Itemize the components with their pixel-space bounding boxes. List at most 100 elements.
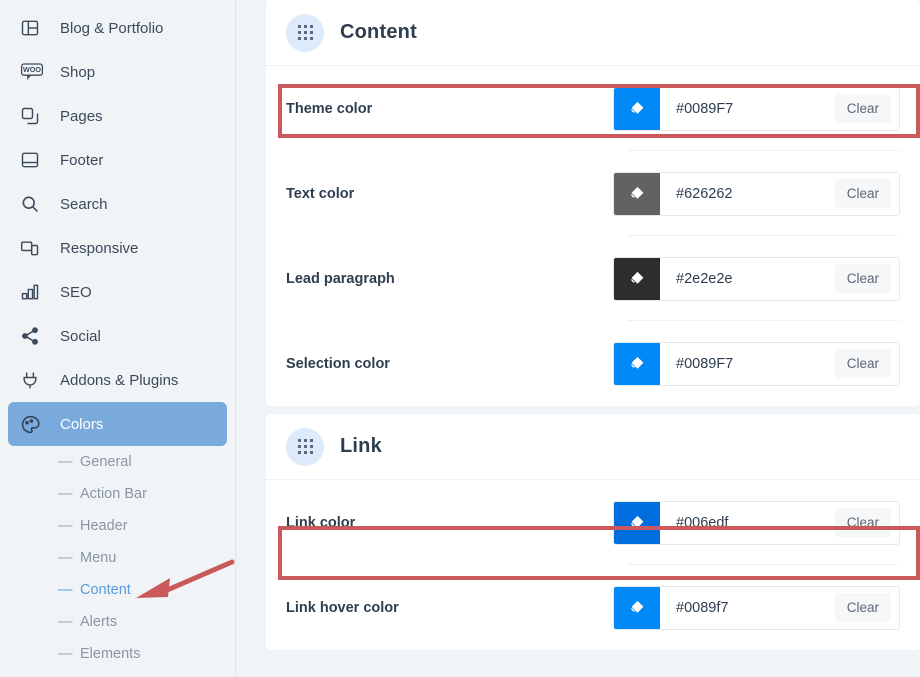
section-card-link: Link Link color #006edf Clear Link hover… [266,414,920,650]
section-title: Content [340,21,417,43]
section-card-content: Content Theme color #0089F7 Clear Text c… [266,0,920,406]
setting-row-text-color: Text color #626262 Clear [266,151,920,236]
paint-bucket-icon [630,186,643,199]
sidebar-subitem-elements[interactable]: — Elements [0,638,235,670]
sidebar-subitem-label: Menu [80,550,117,566]
setting-label: Selection color [286,355,390,372]
paint-bucket-icon [630,271,643,284]
sidebar-item-label: Shop [60,63,96,81]
responsive-devices-icon [20,235,50,261]
color-picker-theme-color[interactable]: #0089F7 Clear [613,86,900,131]
sidebar-item-label: Responsive [60,239,139,257]
color-swatch[interactable] [614,257,660,300]
sidebar-item-label: Colors [60,415,104,433]
dash-icon: — [58,517,73,534]
customizer-screen: Blog & Portfolio WOO Shop Pages Footer S… [0,0,920,677]
setting-label: Link hover color [286,599,399,616]
sidebar-item-label: Pages [60,107,103,125]
dash-icon: — [58,613,73,630]
color-hex-value[interactable]: #626262 [660,173,835,215]
setting-label: Link color [286,514,356,531]
sidebar-item-seo[interactable]: SEO [8,270,227,314]
bar-chart-icon [20,279,50,305]
setting-row-selection-color: Selection color #0089F7 Clear [266,321,920,406]
paint-bucket-icon [630,515,643,528]
sidebar-item-footer[interactable]: Footer [8,138,227,182]
color-swatch[interactable] [614,172,660,215]
sidebar-subitem-alerts[interactable]: — Alerts [0,606,235,638]
dash-icon: — [58,485,73,502]
section-header-content: Content [266,0,920,66]
sidebar-subitem-label: General [80,454,132,470]
sidebar-item-social[interactable]: Social [8,314,227,358]
drag-grid-icon[interactable] [286,13,324,52]
color-swatch[interactable] [614,586,660,629]
sidebar-item-shop[interactable]: WOO Shop [8,50,227,94]
sidebar-subitem-label: Alerts [80,614,118,630]
color-picker-link-hover-color[interactable]: #0089f7 Clear [613,585,900,630]
palette-icon [20,411,50,437]
setting-label: Lead paragraph [286,270,395,287]
pages-copy-icon [20,103,50,129]
clear-button[interactable]: Clear [834,264,891,293]
sidebar-item-label: Search [60,195,108,213]
sidebar-item-search[interactable]: Search [8,182,227,226]
setting-row-theme-color: Theme color #0089F7 Clear [266,66,920,151]
layout-icon [20,15,50,41]
sidebar-subitem-label: Content [80,582,131,598]
sidebar-item-label: Blog & Portfolio [60,19,164,37]
color-hex-value[interactable]: #2e2e2e [660,258,835,300]
setting-row-link-color: Link color #006edf Clear [266,480,920,565]
sidebar-subitem-general[interactable]: — General [0,446,235,478]
sidebar: Blog & Portfolio WOO Shop Pages Footer S… [0,0,236,677]
color-hex-value[interactable]: #0089F7 [660,88,835,130]
sidebar-item-label: Addons & Plugins [60,371,179,389]
clear-button[interactable]: Clear [834,179,891,208]
sidebar-item-responsive[interactable]: Responsive [8,226,227,270]
annotation-arrow [136,559,235,598]
woocommerce-icon: WOO [20,59,50,85]
sidebar-item-blog-portfolio[interactable]: Blog & Portfolio [8,6,227,50]
color-hex-value[interactable]: #0089f7 [660,587,835,629]
clear-button[interactable]: Clear [834,349,891,378]
color-picker-lead-paragraph[interactable]: #2e2e2e Clear [613,256,900,301]
dash-icon: — [58,453,73,470]
color-picker-link-color[interactable]: #006edf Clear [613,500,900,545]
search-icon [20,191,50,217]
sidebar-item-colors[interactable]: Colors [8,402,227,446]
sidebar-item-addons-plugins[interactable]: Addons & Plugins [8,358,227,402]
dash-icon: — [58,549,73,566]
sidebar-subitem-action-bar[interactable]: — Action Bar [0,478,235,510]
paint-bucket-icon [630,600,643,613]
sidebar-subitem-header[interactable]: — Header [0,510,235,542]
main-panel: Content Theme color #0089F7 Clear Text c… [236,0,920,677]
setting-label: Theme color [286,100,373,117]
color-picker-text-color[interactable]: #626262 Clear [613,171,900,216]
sidebar-item-pages[interactable]: Pages [8,94,227,138]
clear-button[interactable]: Clear [834,94,891,123]
section-title: Link [340,435,382,457]
color-picker-selection-color[interactable]: #0089F7 Clear [613,341,900,386]
color-hex-value[interactable]: #0089F7 [660,343,835,385]
sidebar-item-label: Footer [60,151,104,169]
drag-grid-icon[interactable] [286,427,324,466]
section-header-link: Link [266,414,920,480]
setting-row-lead-paragraph: Lead paragraph #2e2e2e Clear [266,236,920,321]
sidebar-item-label: SEO [60,283,92,301]
sidebar-subitem-label: Action Bar [80,486,147,502]
sidebar-subitem-label: Header [80,518,128,534]
color-swatch[interactable] [614,87,660,130]
plug-icon [20,367,50,393]
clear-button[interactable]: Clear [834,508,891,537]
footer-icon [20,147,50,173]
paint-bucket-icon [630,101,643,114]
dash-icon: — [58,581,73,598]
clear-button[interactable]: Clear [834,593,891,622]
paint-bucket-icon [630,356,643,369]
color-swatch[interactable] [614,342,660,385]
sidebar-item-label: Social [60,327,101,345]
color-hex-value[interactable]: #006edf [660,502,835,544]
color-swatch[interactable] [614,501,660,544]
sidebar-subitem-label: Elements [80,646,141,662]
svg-text:WOO: WOO [23,65,41,74]
